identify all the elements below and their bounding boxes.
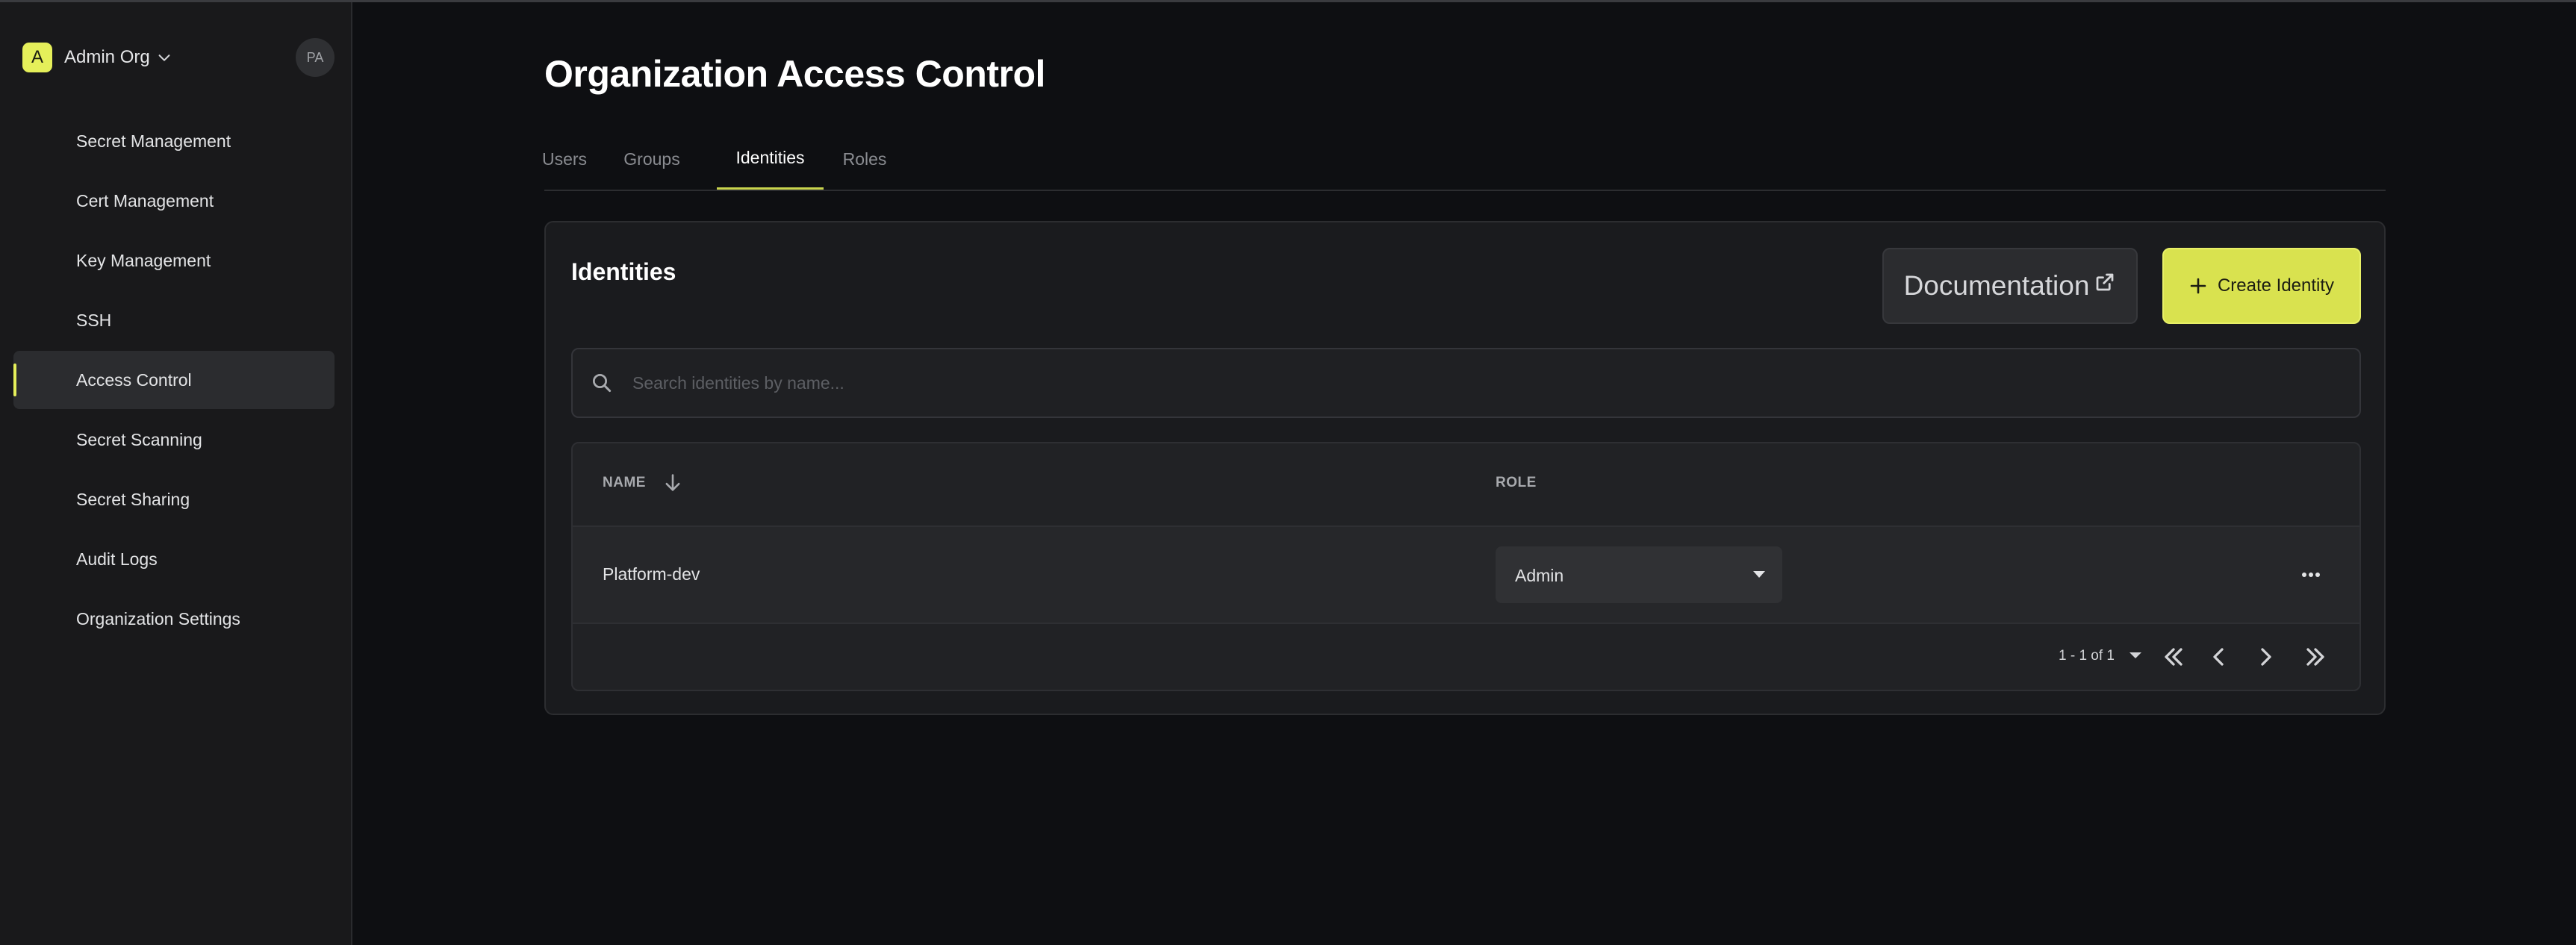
pagination: 1 - 1 of 1 (573, 624, 2359, 690)
tab-users[interactable]: Users (542, 137, 587, 190)
sidebar-item-cert-management[interactable]: Cert Management (13, 172, 335, 230)
role-select[interactable]: Admin (1496, 546, 1782, 603)
column-header-name[interactable]: NAME (603, 475, 646, 491)
sidebar-item-secret-sharing[interactable]: Secret Sharing (13, 470, 335, 528)
search-input[interactable] (631, 372, 2359, 394)
column-header-role: ROLE (1496, 475, 1537, 490)
sidebar: A Admin Org PA Secret Management Cert Ma… (0, 2, 352, 945)
tab-identities[interactable]: Identities (717, 137, 824, 190)
pagination-range: 1 - 1 of 1 (2059, 648, 2115, 664)
documentation-label: Documentation (1903, 270, 2090, 301)
create-identity-label: Create Identity (2217, 275, 2335, 296)
chevron-down-icon (158, 54, 170, 61)
tab-roles[interactable]: Roles (842, 137, 887, 190)
sidebar-nav: Secret Management Cert Management Key Ma… (13, 112, 335, 649)
card-title: Identities (571, 258, 676, 285)
role-value: Admin (1515, 566, 1564, 585)
next-page-icon[interactable] (2251, 642, 2281, 672)
top-border (0, 0, 2576, 2)
sidebar-item-organization-settings[interactable]: Organization Settings (13, 590, 335, 648)
sidebar-item-ssh[interactable]: SSH (13, 291, 335, 349)
sidebar-item-key-management[interactable]: Key Management (13, 231, 335, 290)
identity-name: Platform-dev (603, 564, 700, 584)
create-identity-button[interactable]: Create Identity (2162, 248, 2361, 324)
external-link-icon (2097, 273, 2114, 291)
sidebar-item-secret-scanning[interactable]: Secret Scanning (13, 411, 335, 469)
table-row[interactable]: Platform-dev Admin (573, 527, 2359, 624)
sidebar-item-secret-management[interactable]: Secret Management (13, 112, 335, 170)
identities-card: Identities Documentation Create Identity… (544, 221, 2386, 715)
documentation-button[interactable]: Documentation (1882, 248, 2138, 324)
page-size-caret-icon[interactable] (2127, 649, 2144, 661)
last-page-icon[interactable] (2300, 642, 2330, 672)
prev-page-icon[interactable] (2203, 642, 2233, 672)
identities-table: NAME ROLE Platform-dev Admin 1 - 1 of 1 (571, 442, 2361, 691)
search-bar (571, 348, 2361, 418)
search-icon (593, 374, 612, 393)
more-options-icon[interactable] (2295, 561, 2327, 588)
org-badge: A (22, 43, 52, 72)
first-page-icon[interactable] (2159, 642, 2188, 672)
table-header: NAME ROLE (573, 443, 2359, 527)
sidebar-item-audit-logs[interactable]: Audit Logs (13, 530, 335, 588)
user-avatar[interactable]: PA (296, 38, 335, 77)
plus-icon (2190, 278, 2206, 294)
org-switcher[interactable]: A Admin Org (22, 41, 172, 74)
caret-down-icon (1753, 571, 1765, 578)
arrow-down-icon[interactable] (662, 472, 683, 494)
org-name: Admin Org (64, 47, 150, 67)
sidebar-item-access-control[interactable]: Access Control (13, 351, 335, 409)
tab-groups[interactable]: Groups (622, 137, 682, 190)
tab-bar: Users Groups Identities Roles (542, 137, 2386, 191)
page-title: Organization Access Control (544, 53, 1045, 95)
